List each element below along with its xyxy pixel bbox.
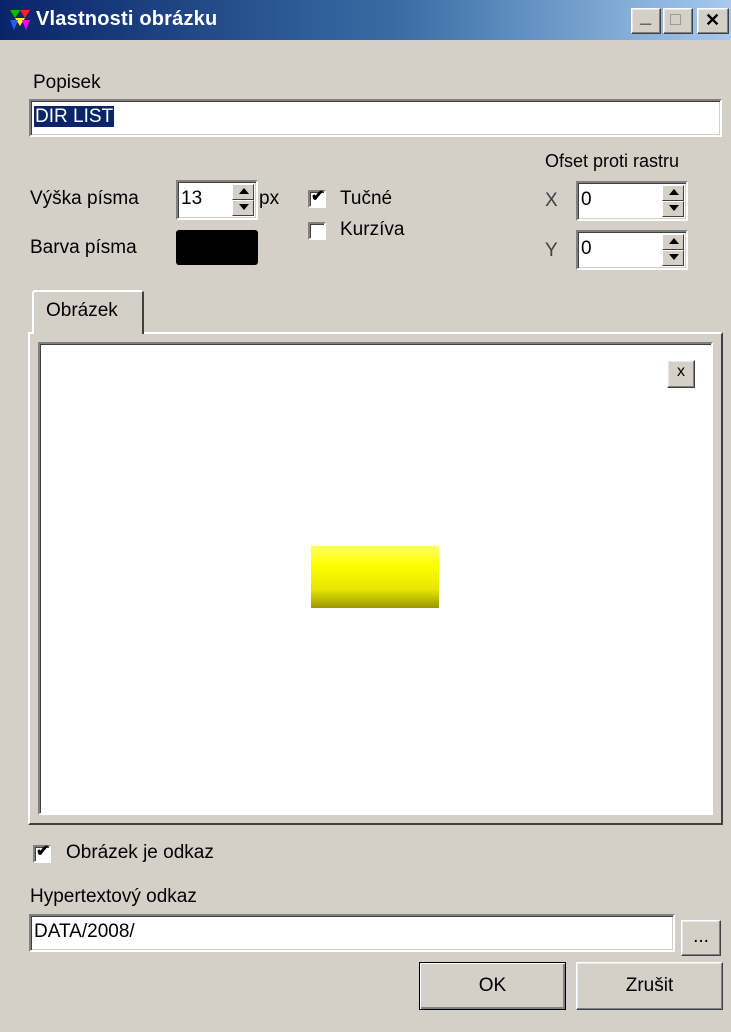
font-size-label: Výška písma — [30, 188, 139, 209]
spin-down-icon[interactable] — [662, 201, 684, 217]
check-icon: ✔ — [36, 843, 50, 860]
url-input[interactable]: DATA/2008/ — [29, 914, 675, 952]
image-preview: x — [38, 342, 713, 815]
cancel-button[interactable]: Zrušit — [576, 962, 723, 1010]
title-bar[interactable]: Vlastnosti obrázku _ □ ✕ — [0, 0, 731, 40]
offset-y-spinner[interactable]: 0 — [576, 230, 688, 270]
maximize-button[interactable]: □ — [663, 8, 693, 34]
spin-up-icon[interactable] — [232, 184, 254, 200]
minimize-button[interactable]: _ — [631, 5, 661, 34]
close-button[interactable]: ✕ — [697, 8, 729, 34]
cancel-label: Zrušit — [625, 975, 674, 996]
caption-input[interactable]: DIR LIST — [29, 99, 722, 137]
dialog-window: Vlastnosti obrázku _ □ ✕ Popisek DIR LIS… — [0, 0, 731, 1032]
offset-y-label: Y — [545, 240, 558, 261]
italic-checkbox[interactable] — [308, 222, 326, 240]
offset-x-spin-buttons[interactable] — [662, 185, 684, 217]
font-size-unit: px — [259, 188, 280, 209]
tab-panel: x — [28, 332, 723, 825]
caption-label: Popisek — [33, 72, 101, 93]
app-icon — [10, 10, 30, 30]
offset-y-value: 0 — [581, 238, 592, 259]
window-title: Vlastnosti obrázku — [36, 8, 218, 30]
spin-down-icon[interactable] — [232, 200, 254, 216]
remove-label: x — [677, 363, 685, 380]
ok-label: OK — [478, 975, 507, 996]
font-color-label: Barva písma — [30, 237, 137, 258]
offset-x-spinner[interactable]: 0 — [576, 181, 688, 221]
offset-x-label: X — [545, 190, 558, 211]
is-link-checkbox[interactable]: ✔ — [33, 843, 51, 863]
font-size-spin-buttons[interactable] — [232, 184, 254, 216]
close-icon: ✕ — [705, 10, 721, 30]
tab-image-label: Obrázek — [46, 300, 118, 321]
italic-label: Kurzíva — [340, 219, 405, 240]
url-label: Hypertextový odkaz — [30, 886, 197, 907]
preview-image — [311, 546, 439, 608]
bold-label: Tučné — [340, 188, 393, 209]
url-value: DATA/2008/ — [34, 921, 135, 942]
browse-label: ... — [693, 926, 709, 947]
spin-down-icon[interactable] — [662, 250, 684, 266]
font-size-value: 13 — [181, 188, 203, 209]
offset-y-spin-buttons[interactable] — [662, 234, 684, 266]
is-link-label: Obrázek je odkaz — [66, 842, 214, 863]
caption-value: DIR LIST — [34, 106, 115, 127]
spin-up-icon[interactable] — [662, 185, 684, 201]
minimize-icon: _ — [640, 5, 652, 27]
maximize-icon: □ — [670, 9, 681, 29]
browse-button[interactable]: ... — [681, 920, 721, 956]
spin-up-icon[interactable] — [662, 234, 684, 250]
check-icon: ✔ — [311, 188, 325, 205]
offset-x-value: 0 — [581, 189, 592, 210]
remove-image-button[interactable]: x — [667, 360, 695, 388]
font-size-spinner[interactable]: 13 — [176, 180, 258, 220]
bold-checkbox[interactable]: ✔ — [308, 188, 326, 208]
ok-button[interactable]: OK — [419, 962, 566, 1010]
offset-label: Ofset proti rastru — [545, 151, 680, 171]
tab-image[interactable]: Obrázek — [32, 290, 144, 334]
font-color-swatch[interactable] — [176, 230, 258, 265]
